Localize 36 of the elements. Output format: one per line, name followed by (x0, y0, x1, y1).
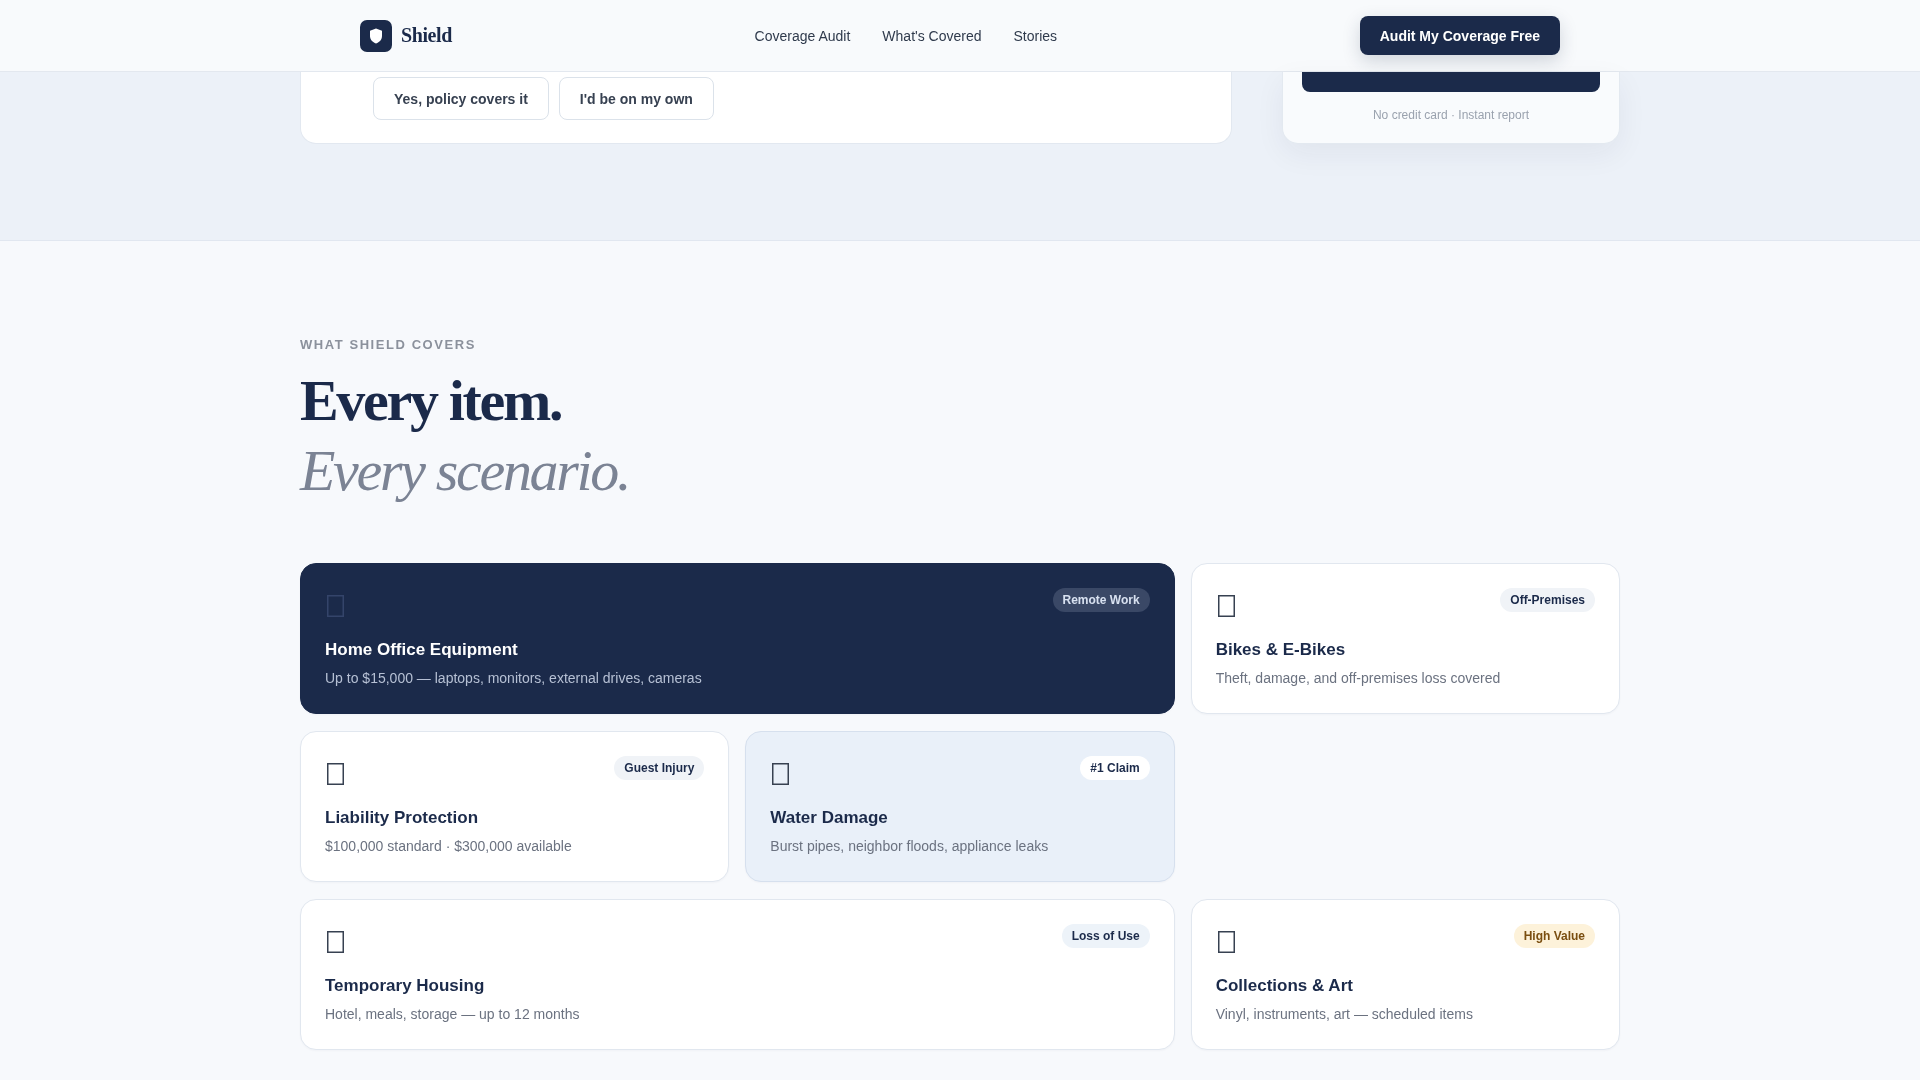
card-tag: Off-Premises (1500, 588, 1595, 612)
box-outline-icon (772, 763, 790, 785)
card-tag: Remote Work (1052, 588, 1150, 612)
box-outline-icon (327, 763, 344, 785)
card-description: Hotel, meals, storage — up to 12 months (325, 1005, 580, 1024)
card-title: Collections & Art (1215, 975, 1353, 997)
box-outline-icon (327, 931, 344, 953)
card-tag: #1 Claim (1080, 756, 1150, 780)
card-title: Water Damage (770, 807, 888, 829)
brand-name[interactable]: Shield (401, 24, 452, 47)
box-outline-icon (1217, 931, 1235, 953)
nav-link[interactable]: What's Covered (882, 27, 982, 44)
card-title: Home Office Equipment (325, 639, 518, 661)
nav-link[interactable]: Coverage Audit (754, 27, 851, 44)
card-title: Liability Protection (325, 807, 479, 829)
card-tag: Loss of Use (1061, 924, 1150, 948)
shield-icon[interactable] (360, 19, 392, 52)
nav-link[interactable]: Stories (1013, 27, 1058, 44)
section-subheading: Every scenario. (300, 437, 631, 505)
card-tag: Guest Injury (614, 756, 705, 780)
card-tag: High Value (1513, 924, 1595, 948)
card-title: Temporary Housing (325, 975, 485, 997)
section-heading: Every item. (300, 367, 562, 435)
box-outline-icon (1217, 595, 1235, 617)
box-outline-icon (327, 595, 344, 617)
section-eyebrow: WHAT SHIELD COVERS (300, 338, 476, 352)
card-description: Up to $15,000 — laptops, monitors, external drives, cameras (325, 669, 702, 688)
card-title: Bikes & E-Bikes (1215, 639, 1346, 661)
card-description: Theft, damage, and off-premises loss covered (1215, 669, 1501, 688)
option-button[interactable]: Yes, policy covers it (373, 77, 549, 120)
card-description: Burst pipes, neighbor floods, appliance leaks (770, 837, 1049, 856)
option-button[interactable]: I'd be on my own (558, 77, 714, 120)
card-description: $100,000 standard · $300,000 available (325, 837, 572, 856)
note-text: No credit card · Instant report (1371, 108, 1531, 123)
cta-button[interactable]: Audit My Coverage Free (1359, 16, 1560, 55)
card-description: Vinyl, instruments, art — scheduled items (1215, 1005, 1473, 1024)
